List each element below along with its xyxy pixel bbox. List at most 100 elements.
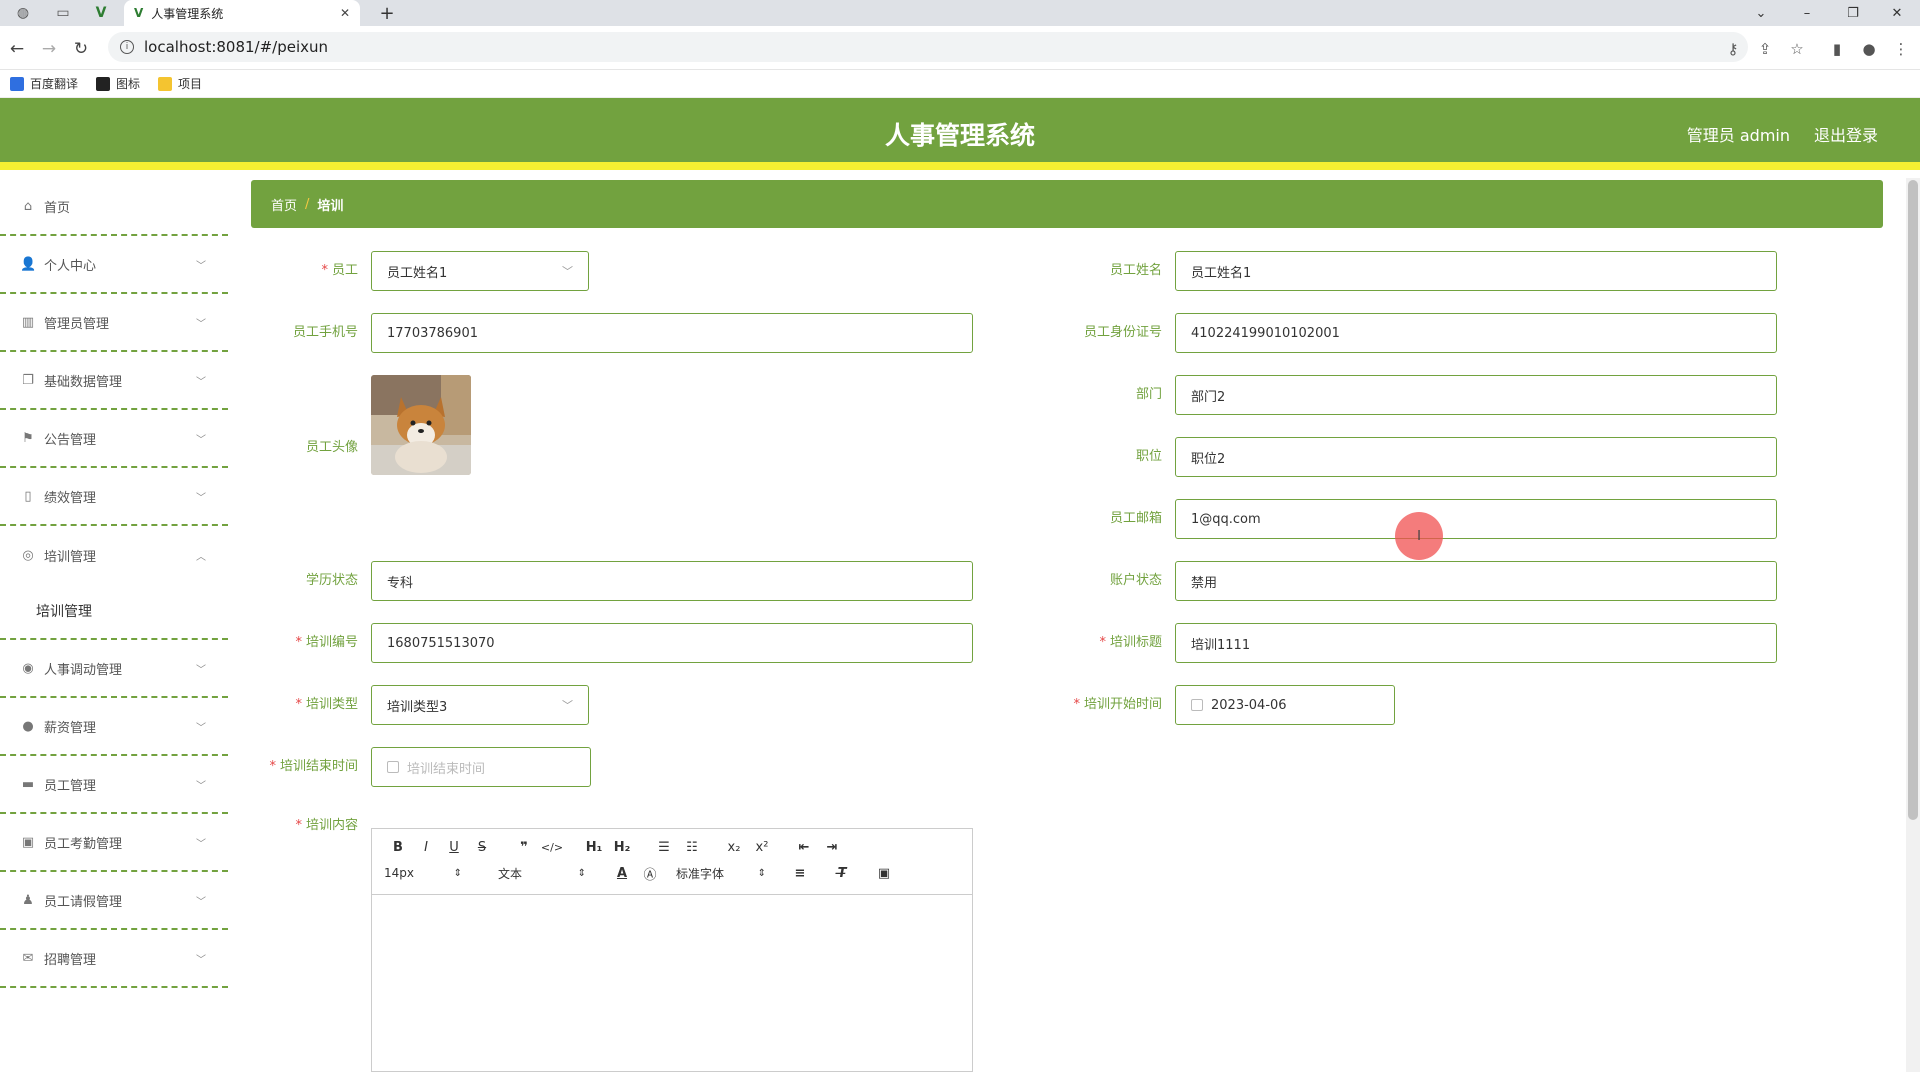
block-format-select[interactable]: 文本 ⇕ [498,865,592,882]
forward-icon[interactable]: → [38,38,60,60]
side-panel-icon[interactable]: ▮ [1826,38,1848,60]
globe-icon[interactable]: ◍ [8,0,38,26]
restore-button[interactable]: ❐ [1830,0,1876,26]
mouse-cursor-indicator: I [1395,512,1443,560]
share-icon[interactable]: ⇪ [1754,38,1776,60]
star-icon[interactable]: ☆ [1786,38,1808,60]
underline-icon[interactable]: U [440,840,468,855]
blank-tab-icon[interactable]: ▭ [48,0,78,26]
sidebar-item-leave[interactable]: ♟ 员工请假管理 ﹀ [0,872,228,930]
url-input[interactable]: i localhost:8081/#/peixun [108,32,1748,62]
training-type-select[interactable]: 培训类型3 ﹀ [371,685,589,725]
training-type-label: * 培训类型 [295,697,358,712]
updown-icon: ⇕ [757,867,766,879]
sidebar-item-home[interactable]: ⌂ 首页 [0,178,228,236]
heading1-icon[interactable]: H₁ [580,840,608,855]
font-size-select[interactable]: 14px ⇕ [384,866,470,880]
reload-icon[interactable]: ↻ [70,38,92,60]
account-status-field[interactable]: 禁用 [1175,561,1777,601]
tab-search-icon[interactable]: ⌄ [1738,0,1784,26]
sidebar-item-recruitment[interactable]: ✉ 招聘管理 ﹀ [0,930,228,988]
education-field[interactable]: 专科 [371,561,973,601]
training-no-label: * 培训编号 [295,635,358,650]
phone-field[interactable]: 17703786901 [371,313,973,353]
blockquote-icon[interactable]: ❞ [510,840,538,855]
bullet-list-icon[interactable]: ☷ [678,840,706,855]
balloon-icon: ● [22,718,34,734]
calendar-icon [1191,699,1203,711]
scrollbar-thumb[interactable] [1908,180,1918,820]
close-window-button[interactable]: ✕ [1874,0,1920,26]
training-no-field[interactable]: 1680751513070 [371,623,973,663]
code-icon[interactable]: </> [538,841,566,854]
heading2-icon[interactable]: H₂ [608,840,636,855]
font-family-select[interactable]: 标准字体 ⇕ [676,865,772,882]
end-time-label: * 培训结束时间 [269,759,358,774]
employee-name-field[interactable]: 员工姓名1 [1175,251,1777,291]
bookmark-project[interactable]: 项目 [158,75,202,92]
subscript-icon[interactable]: x₂ [720,840,748,855]
editor-toolbar: B I U S ❞ </> H₁ H₂ ☰ ☷ x₂ x² ⇤ ⇥ 14px ⇕ … [372,829,972,895]
editor-content-area[interactable] [372,895,972,1065]
ticket-icon: ▬ [21,776,35,792]
sidebar-item-notices[interactable]: ⚑ 公告管理 ﹀ [0,410,228,468]
sidebar-item-performance[interactable]: ▯ 绩效管理 ﹀ [0,468,228,526]
sidebar-item-profile[interactable]: 👤 个人中心 ﹀ [0,236,228,294]
indent-icon[interactable]: ⇥ [818,840,846,855]
text-cursor-icon: I [1417,528,1421,544]
employee-select[interactable]: 员工姓名1 ﹀ [371,251,589,291]
clear-format-icon[interactable]: T̶ [828,866,856,881]
new-tab-button[interactable]: + [374,0,400,26]
sidebar-item-training[interactable]: ◎ 培训管理 ︿ [0,526,228,584]
ordered-list-icon[interactable]: ☰ [650,840,678,855]
menu-icon[interactable]: ⋮ [1890,38,1912,60]
admin-label: 管理员 admin [1686,126,1790,145]
department-field[interactable]: 部门2 [1175,375,1777,415]
italic-icon[interactable]: I [412,840,440,855]
training-title-field[interactable]: 培训1111 [1175,623,1777,663]
key-icon[interactable]: ⚷ [1722,38,1744,60]
chart-icon: ▥ [21,314,35,330]
chevron-down-icon: ﹀ [196,434,206,446]
close-tab-icon[interactable]: ✕ [340,6,350,20]
vue-tab-icon[interactable]: V [86,0,116,26]
email-field[interactable]: 1@qq.com [1175,499,1777,539]
breadcrumb-home[interactable]: 首页 [271,195,297,214]
sidebar-item-attendance[interactable]: ▣ 员工考勤管理 ﹀ [0,814,228,872]
superscript-icon[interactable]: x² [748,840,776,855]
minimize-button[interactable]: – [1784,0,1830,26]
strikethrough-icon[interactable]: S [468,840,496,855]
active-tab[interactable]: V 人事管理系统 ✕ [124,0,360,26]
person-icon: ♟ [22,892,34,908]
avatar[interactable] [371,375,471,475]
logout-button[interactable]: 退出登录 [1814,122,1878,146]
position-field[interactable]: 职位2 [1175,437,1777,477]
sidebar-item-employees[interactable]: ▬ 员工管理 ﹀ [0,756,228,814]
back-icon[interactable]: ← [6,38,28,60]
site-info-icon[interactable]: i [120,40,134,54]
employee-label: * 员工 [321,263,358,278]
sidebar-item-base-data[interactable]: ❐ 基础数据管理 ﹀ [0,352,228,410]
id-card-field[interactable]: 410224199010102001 [1175,313,1777,353]
account-status-label: 账户状态 [1109,573,1162,588]
sidebar-item-salary[interactable]: ● 薪资管理 ﹀ [0,698,228,756]
end-time-picker[interactable]: 培训结束时间 [371,747,591,787]
start-time-picker[interactable]: 2023-04-06 [1175,685,1395,725]
insert-image-icon[interactable]: ▣ [870,866,898,881]
font-color-icon[interactable]: A [608,866,636,881]
sidebar-item-admins[interactable]: ▥ 管理员管理 ﹀ [0,294,228,352]
page-scrollbar[interactable] [1906,178,1920,1072]
copy-icon: ❐ [22,372,34,388]
bookmark-baidu-translate[interactable]: 百度翻译 [10,75,78,92]
sidebar: ⌂ 首页 👤 个人中心 ﹀ ▥ 管理员管理 ﹀ ❐ 基础数据管理 ﹀ ⚑ 公告管理 ﹀ ▯ 绩效管理… [0,178,228,1072]
align-icon[interactable]: ≡ [786,866,814,881]
bookmark-icons[interactable]: 图标 [96,75,140,92]
rich-text-editor[interactable]: B I U S ❞ </> H₁ H₂ ☰ ☷ x₂ x² ⇤ ⇥ 14px ⇕ … [371,828,973,1072]
profile-icon[interactable]: ● [1858,38,1880,60]
bold-icon[interactable]: B [384,840,412,855]
sidebar-subitem-training[interactable]: 培训管理 [0,584,228,640]
background-color-icon[interactable]: Ⓐ [636,864,664,883]
sidebar-item-transfers[interactable]: ◉ 人事调动管理 ﹀ [0,640,228,698]
updown-icon: ⇕ [577,867,586,879]
outdent-icon[interactable]: ⇤ [790,840,818,855]
